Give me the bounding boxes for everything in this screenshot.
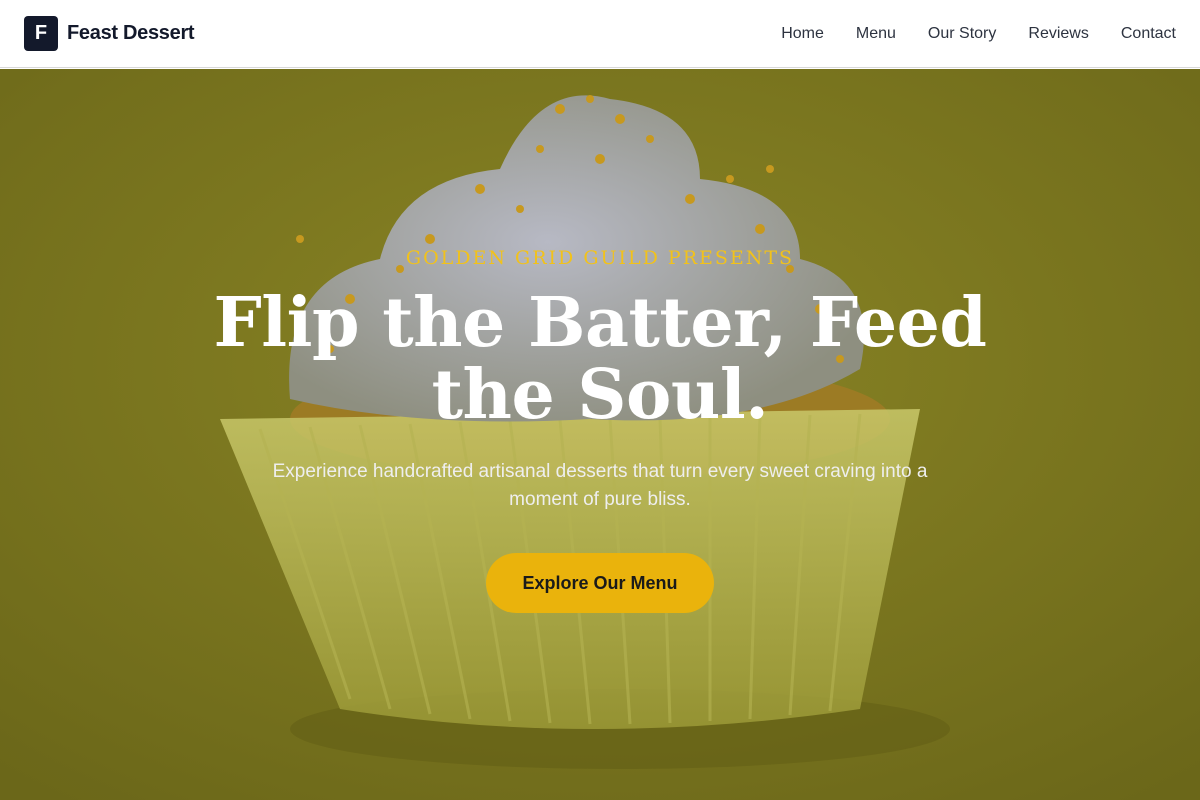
nav-link-home[interactable]: Home [781, 25, 824, 43]
nav-link-menu[interactable]: Menu [856, 25, 896, 43]
hero-content: GOLDEN GRID GUILD PRESENTS Flip the Batt… [0, 69, 1200, 800]
explore-menu-button[interactable]: Explore Our Menu [486, 553, 714, 613]
site-header: F Feast Dessert Home Menu Our Story Revi… [0, 0, 1200, 68]
hero-subheading: Experience handcrafted artisanal dessert… [272, 461, 928, 510]
brand-logo-link[interactable]: F Feast Dessert [24, 16, 195, 51]
main-nav: Home Menu Our Story Reviews Contact [749, 0, 1176, 68]
hero-section: GOLDEN GRID GUILD PRESENTS Flip the Batt… [0, 69, 1200, 800]
hero-headline: Flip the Batter, Feed the Soul. [213, 283, 987, 435]
brand-name: Feast Dessert [67, 22, 195, 44]
hero-eyebrow: GOLDEN GRID GUILD PRESENTS [405, 247, 795, 269]
nav-link-our-story[interactable]: Our Story [928, 25, 996, 43]
nav-link-reviews[interactable]: Reviews [1028, 25, 1088, 43]
logo-mark: F [24, 16, 58, 51]
nav-link-contact[interactable]: Contact [1121, 25, 1176, 43]
